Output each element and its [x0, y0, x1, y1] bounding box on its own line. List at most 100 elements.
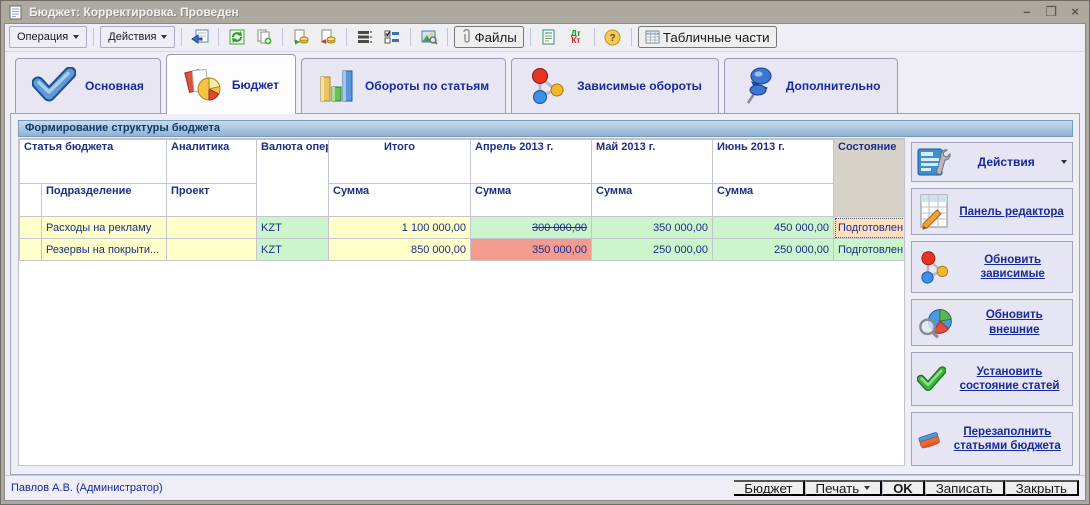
window-title: Бюджет: Корректировка. Проведен	[29, 5, 1014, 19]
cell-article[interactable]: Расходы на рекламу	[42, 217, 167, 239]
cell-june[interactable]: 450 000,00	[713, 217, 834, 239]
col-header-sum-may[interactable]: Сумма	[592, 184, 713, 217]
close-form-button[interactable]: Закрыть	[1005, 480, 1079, 496]
col-header-state[interactable]: Состояние	[834, 140, 906, 217]
cell-total[interactable]: 850 000,00	[329, 239, 471, 261]
col-header-sum-april[interactable]: Сумма	[471, 184, 592, 217]
cell-tree[interactable]	[20, 239, 42, 261]
col-header-analytics[interactable]: Аналитика	[167, 140, 257, 184]
toolbar-separator	[282, 28, 283, 46]
toolbar: Операция Действия	[5, 24, 1085, 52]
minimize-button[interactable]: –	[1020, 4, 1034, 20]
editor-panel-button[interactable]: Панель редактора	[911, 188, 1073, 235]
ok-button[interactable]: OK	[882, 480, 925, 496]
unpost-doc-icon	[320, 29, 336, 45]
save-button[interactable]: Записать	[925, 480, 1005, 496]
tab-turnover-by-articles[interactable]: Обороты по статьям	[301, 58, 506, 113]
checkbox-list-icon	[384, 29, 400, 45]
picture-view-button[interactable]	[417, 26, 441, 48]
col-header-article[interactable]: Статья бюджета	[20, 140, 167, 184]
list-rows-icon	[357, 29, 373, 45]
help-button[interactable]: ?	[601, 26, 625, 48]
paperclip-icon	[461, 29, 471, 45]
col-header-april[interactable]: Апрель 2013 г.	[471, 140, 592, 184]
cell-total[interactable]: 1 100 000,00	[329, 217, 471, 239]
cell-project[interactable]	[167, 239, 257, 261]
cell-june[interactable]: 250 000,00	[713, 239, 834, 261]
table-row: Резервы на покрыти... KZT 850 000,00 350…	[20, 239, 906, 261]
cell-april-highlighted[interactable]: 350 000,00	[471, 239, 592, 261]
refresh-button[interactable]	[225, 26, 249, 48]
magnifier-pie-icon	[917, 305, 955, 341]
operation-menu-button[interactable]: Операция	[9, 26, 87, 48]
set-article-state-button[interactable]: Установить состояние статей	[911, 352, 1073, 406]
structure-button[interactable]	[353, 26, 377, 48]
side-actions-button[interactable]: Действия	[911, 142, 1073, 182]
col-header-project[interactable]: Проект	[167, 184, 257, 217]
col-header-total[interactable]: Итого	[329, 140, 471, 184]
cell-may[interactable]: 250 000,00	[592, 239, 713, 261]
dt-kt-button[interactable]: Дт Кт	[564, 26, 588, 48]
budget-bottom-button[interactable]: Бюджет	[734, 480, 804, 496]
toolbar-separator	[181, 28, 182, 46]
refresh-dependent-button[interactable]: Обновить зависимые	[911, 241, 1073, 293]
reread-button[interactable]	[188, 26, 212, 48]
col-header-may[interactable]: Май 2013 г.	[592, 140, 713, 184]
close-button[interactable]: ×	[1068, 4, 1082, 20]
chevron-down-icon	[73, 35, 79, 39]
document-icon	[8, 5, 23, 20]
status-bar: Павлов А.В. (Администратор) Бюджет Печат…	[5, 475, 1085, 500]
budget-table: Статья бюджета Аналитика Валюта операции…	[19, 139, 905, 261]
list-settings-button[interactable]	[380, 26, 404, 48]
help-icon: ?	[604, 29, 621, 46]
print-button[interactable]: Печать	[805, 480, 883, 496]
header-row-2: Подразделение Проект Сумма Сумма Сумма С…	[20, 184, 906, 217]
report-button[interactable]	[537, 26, 561, 48]
tab-dependent-turnover[interactable]: Зависимые обороты	[511, 58, 719, 113]
cell-may[interactable]: 350 000,00	[592, 217, 713, 239]
post-document-button[interactable]	[289, 26, 313, 48]
unpost-document-button[interactable]	[316, 26, 340, 48]
toolbar-separator	[93, 28, 94, 46]
col-header-sum-total[interactable]: Сумма	[329, 184, 471, 217]
tab-additional[interactable]: Дополнительно	[724, 58, 898, 113]
col-header-sum-june[interactable]: Сумма	[713, 184, 834, 217]
cell-article[interactable]: Резервы на покрыти...	[42, 239, 167, 261]
budget-pie-icon	[183, 65, 223, 105]
cell-state[interactable]: Подготовлен	[834, 239, 906, 261]
budget-table-zone[interactable]: Статья бюджета Аналитика Валюта операции…	[18, 138, 905, 466]
files-button[interactable]: Файлы	[454, 26, 523, 48]
title-bar: Бюджет: Корректировка. Проведен – ❐ ×	[4, 1, 1086, 23]
form-wrench-icon	[917, 146, 951, 178]
maximize-button[interactable]: ❐	[1044, 4, 1058, 20]
table-icon	[645, 30, 660, 44]
cell-project[interactable]	[167, 217, 257, 239]
current-user-label: Павлов А.В. (Администратор)	[11, 482, 734, 494]
toolbar-separator	[631, 28, 632, 46]
actions-menu-button[interactable]: Действия	[100, 26, 175, 48]
chevron-down-icon	[1061, 160, 1067, 164]
cell-tree[interactable]	[20, 217, 42, 239]
spreadsheet-pencil-icon	[917, 193, 953, 231]
chevron-down-icon	[864, 486, 870, 490]
cell-state-selected[interactable]: Подготовлен	[834, 217, 906, 239]
col-header-department[interactable]: Подразделение	[42, 184, 167, 217]
tab-budget[interactable]: Бюджет	[166, 54, 296, 114]
toolbar-separator	[447, 28, 448, 46]
tab-main[interactable]: Основная	[15, 58, 161, 113]
cell-april-strikethrough[interactable]: 300 000,00	[471, 217, 592, 239]
col-header-currency[interactable]: Валюта операции	[257, 140, 329, 217]
cell-currency[interactable]: KZT	[257, 217, 329, 239]
refresh-icon	[229, 29, 245, 45]
blue-checkmark-icon	[32, 67, 76, 105]
cell-currency[interactable]: KZT	[257, 239, 329, 261]
budget-tab-content: Формирование структуры бюджета Статья бю…	[10, 113, 1080, 475]
refresh-external-button[interactable]: Обновить внешние	[911, 299, 1073, 346]
pushpin-icon	[741, 66, 777, 106]
copy-add-button[interactable]	[252, 26, 276, 48]
molecule-icon	[528, 66, 568, 106]
col-header-tree[interactable]	[20, 184, 42, 217]
col-header-june[interactable]: Июнь 2013 г.	[713, 140, 834, 184]
refill-articles-button[interactable]: Перезаполнить статьями бюджета	[911, 412, 1073, 466]
table-parts-button[interactable]: Табличные части	[638, 26, 777, 48]
